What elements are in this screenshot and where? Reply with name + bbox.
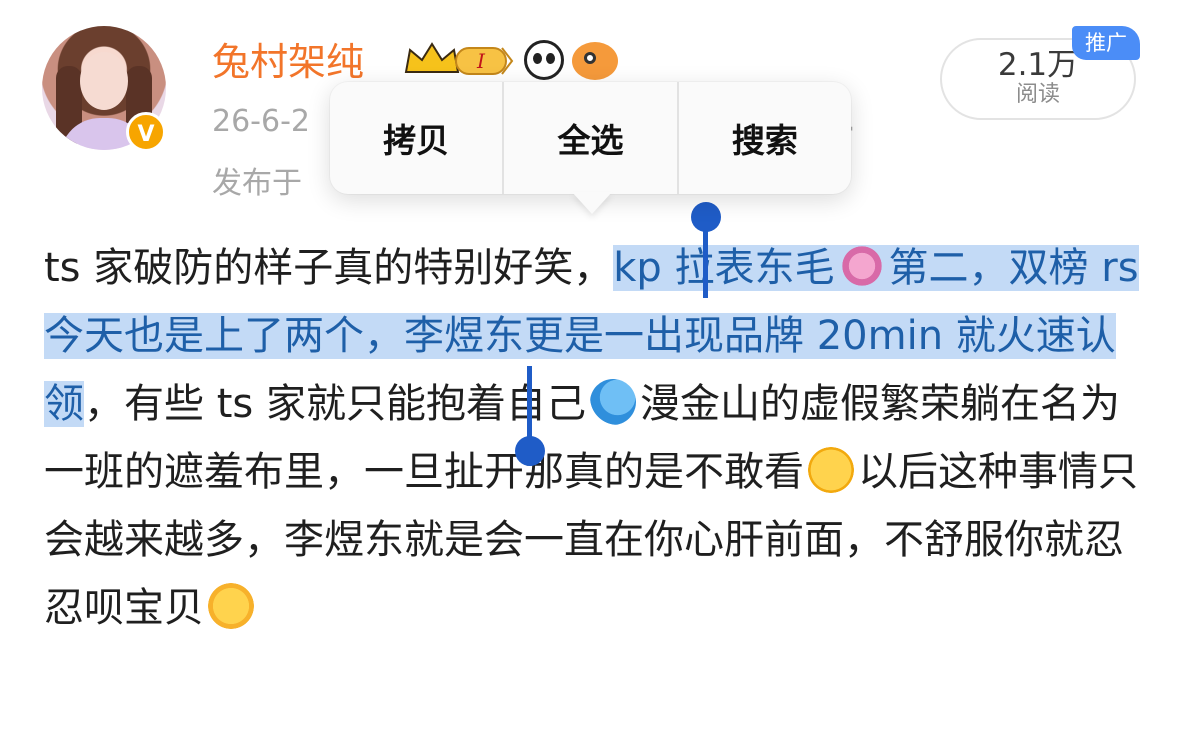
post-date: 26-6-2 bbox=[212, 104, 310, 139]
crown-level-badge-icon[interactable]: I bbox=[402, 40, 514, 80]
select-all-button[interactable]: 全选 bbox=[502, 82, 676, 194]
promo-tag: 推广 bbox=[1072, 26, 1140, 60]
ribbon-emoji-icon bbox=[838, 243, 885, 289]
verified-v-icon: V bbox=[126, 112, 166, 152]
selection-end-knob[interactable] bbox=[515, 436, 545, 466]
search-button[interactable]: 搜索 bbox=[676, 82, 851, 194]
body-segment: ，有些 ts 家就只能抱着自己 bbox=[84, 381, 586, 427]
body-segment: ts 家破防的样子真的特别好笑， bbox=[44, 245, 614, 291]
avatar-face bbox=[80, 52, 128, 110]
menu-pointer bbox=[572, 192, 612, 214]
crying-laughing-emoji-icon bbox=[808, 447, 854, 493]
sweat-droplets-emoji-icon bbox=[589, 379, 636, 425]
author-name[interactable]: 兔村架纯 bbox=[212, 36, 364, 88]
panda-icon[interactable] bbox=[524, 40, 564, 80]
text-selection-menu: 拷贝 全选 搜索 bbox=[330, 82, 851, 194]
post-source: 发布于 bbox=[212, 166, 302, 201]
copy-button[interactable]: 拷贝 bbox=[330, 82, 502, 194]
shy-emoji-icon bbox=[208, 583, 254, 629]
fish-icon[interactable] bbox=[572, 42, 618, 80]
selected-segment: kp 拉表东毛 bbox=[613, 245, 835, 291]
svg-text:I: I bbox=[476, 49, 486, 73]
selection-start-knob[interactable] bbox=[691, 202, 721, 232]
read-label: 阅读 bbox=[1015, 82, 1060, 107]
post-body[interactable]: ts 家破防的样子真的特别好笑，kp 拉表东毛 第二，双榜 rs 今天也是上了两个… bbox=[44, 234, 1144, 642]
